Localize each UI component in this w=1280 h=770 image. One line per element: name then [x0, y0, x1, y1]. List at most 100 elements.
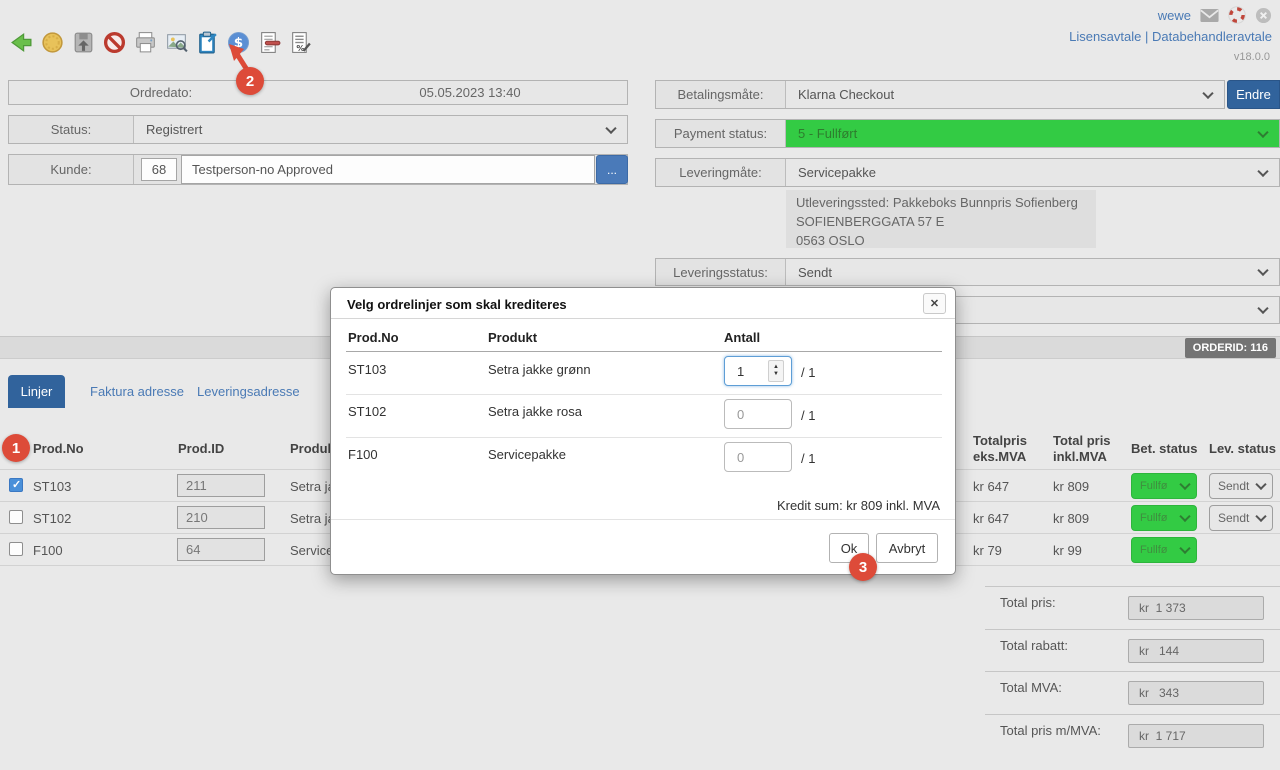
line-total-inkl: kr 99 [1053, 543, 1082, 558]
line-levstatus-select-0[interactable]: Sendt [1209, 473, 1273, 499]
modal-col-produkt: Produkt [488, 330, 537, 345]
kredit-sum-label: Kredit sum: kr 809 inkl. MVA [777, 498, 940, 513]
orderid-badge: ORDERID: 116 [1185, 338, 1276, 358]
coin-icon[interactable] [39, 29, 66, 56]
modal-qty-max: / 1 [801, 451, 815, 466]
leveringmate-select[interactable]: Servicepakke [786, 159, 1279, 186]
total-pris-mmva-label: Total pris m/MVA: [1000, 723, 1101, 738]
chevron-down-icon [605, 122, 616, 133]
modal-prodno: F100 [348, 447, 378, 462]
line-levstatus-select-1[interactable]: Sendt [1209, 505, 1273, 531]
modal-prodno: ST102 [348, 404, 386, 419]
chevron-down-icon [1179, 479, 1190, 490]
payment-status-select[interactable]: 5 - Fullført [786, 120, 1279, 147]
annotation-step-1: 1 [2, 434, 30, 462]
endre-button[interactable]: Endre [1227, 80, 1280, 109]
credit-note-icon[interactable] [256, 29, 283, 56]
total-mva-value: kr 343 [1128, 681, 1264, 705]
kunde-name-input[interactable] [181, 155, 595, 184]
link-separator: | [1145, 29, 1148, 44]
close-session-icon[interactable] [1255, 7, 1272, 24]
lev-status-value: Sendt [1218, 511, 1249, 525]
leveringmate-label: Leveringmåte: [656, 159, 786, 186]
modal-qty-input-2[interactable] [724, 442, 792, 472]
bet-status-value: Fullfø [1140, 512, 1168, 524]
leveringmate-row: Leveringmåte: Servicepakke [655, 158, 1280, 187]
line-total-eks: kr 79 [973, 543, 1002, 558]
modal-qty-max: / 1 [801, 365, 815, 380]
ordredato-row: Ordredato: 05.05.2023 13:40 [8, 80, 628, 105]
modal-produkt: Setra jakke rosa [488, 404, 582, 419]
back-icon[interactable] [8, 29, 35, 56]
tab-linjer[interactable]: Linjer [8, 375, 65, 408]
print-icon[interactable] [132, 29, 159, 56]
chevron-down-icon [1179, 543, 1190, 554]
line-betstatus-select-0[interactable]: Fullfø [1131, 473, 1197, 499]
order-page: wewe Lisensavtale | Databehandleravtale … [0, 0, 1280, 770]
leveringsstatus-row: Leveringsstatus: Sendt [655, 258, 1280, 286]
edit-invoice-icon[interactable]: % [287, 29, 314, 56]
spinner-up-icon[interactable]: ▲ [773, 364, 779, 371]
status-label: Status: [9, 116, 134, 143]
line-total-inkl: kr 809 [1053, 479, 1089, 494]
dpa-link[interactable]: Databehandleravtale [1152, 29, 1272, 44]
leveringsstatus-select[interactable]: Sendt [786, 259, 1279, 285]
betalingsmate-row: Betalingsmåte: Klarna Checkout [655, 80, 1225, 109]
lev-status-value: Sendt [1218, 479, 1249, 493]
col-header-bet-status: Bet. status [1131, 441, 1197, 457]
col-header-total-eks: Totalpris eks.MVA [973, 433, 1037, 465]
modal-col-antall: Antall [724, 330, 760, 345]
annotation-step-3: 3 [849, 553, 877, 581]
help-lifering-icon[interactable] [1228, 6, 1246, 24]
qty-spinner[interactable]: ▲▼ [768, 360, 784, 382]
chevron-down-icon [1255, 479, 1266, 490]
spinner-down-icon[interactable]: ▼ [773, 371, 779, 378]
avbryt-button[interactable]: Avbryt [876, 533, 938, 563]
image-preview-icon[interactable] [163, 29, 190, 56]
kunde-id-input[interactable] [141, 158, 177, 181]
leveringsstatus-label: Leveringsstatus: [656, 259, 786, 285]
bet-status-value: Fullfø [1140, 544, 1168, 556]
kunde-browse-button[interactable]: ... [596, 155, 628, 184]
address-line: 0563 OSLO [796, 231, 1086, 250]
line-checkbox-1[interactable] [9, 510, 23, 524]
chevron-down-icon [1179, 511, 1190, 522]
modal-col-prodno: Prod.No [348, 330, 399, 345]
chevron-down-icon [1257, 126, 1268, 137]
line-betstatus-select-2[interactable]: Fullfø [1131, 537, 1197, 563]
username-link[interactable]: wewe [1158, 8, 1191, 23]
license-link[interactable]: Lisensavtale [1069, 29, 1141, 44]
line-betstatus-select-1[interactable]: Fullfø [1131, 505, 1197, 531]
total-rabatt-label: Total rabatt: [1000, 638, 1068, 653]
line-prodid-input-1[interactable] [177, 506, 265, 529]
kunde-label: Kunde: [9, 155, 134, 184]
chevron-down-icon [1202, 87, 1213, 98]
line-checkbox-2[interactable] [9, 542, 23, 556]
betalingsmate-select[interactable]: Klarna Checkout [786, 81, 1224, 108]
line-prodid-input-0[interactable] [177, 474, 265, 497]
line-prodid-input-2[interactable] [177, 538, 265, 561]
payment-status-value: 5 - Fullført [798, 126, 857, 141]
modal-close-button[interactable]: ✕ [923, 293, 946, 314]
status-select[interactable]: Registrert [134, 116, 627, 143]
status-row: Status: Registrert [8, 115, 628, 144]
chevron-down-icon [1255, 511, 1266, 522]
line-checkbox-0[interactable] [9, 478, 23, 492]
save-icon[interactable] [70, 29, 97, 56]
clipboard-icon[interactable] [194, 29, 221, 56]
address-line: Utleveringssted: Pakkeboks Bunnpris Sofi… [796, 193, 1086, 212]
user-area: wewe [1158, 6, 1272, 24]
payment-status-label: Payment status: [656, 120, 786, 147]
cancel-icon[interactable] [101, 29, 128, 56]
leveringsstatus-value: Sendt [798, 265, 832, 280]
modal-qty-input-1[interactable] [724, 399, 792, 429]
version-label: v18.0.0 [1234, 51, 1270, 63]
line-prodno: ST103 [33, 479, 71, 494]
mail-icon[interactable] [1200, 8, 1219, 23]
tab-leveringsadresse[interactable]: Leveringsadresse [197, 384, 300, 399]
modal-produkt: Setra jakke grønn [488, 362, 591, 377]
toolbar: $ % [8, 29, 314, 56]
line-total-eks: kr 647 [973, 479, 1009, 494]
tab-faktura-adresse[interactable]: Faktura adresse [90, 384, 184, 399]
status-value: Registrert [146, 122, 202, 137]
